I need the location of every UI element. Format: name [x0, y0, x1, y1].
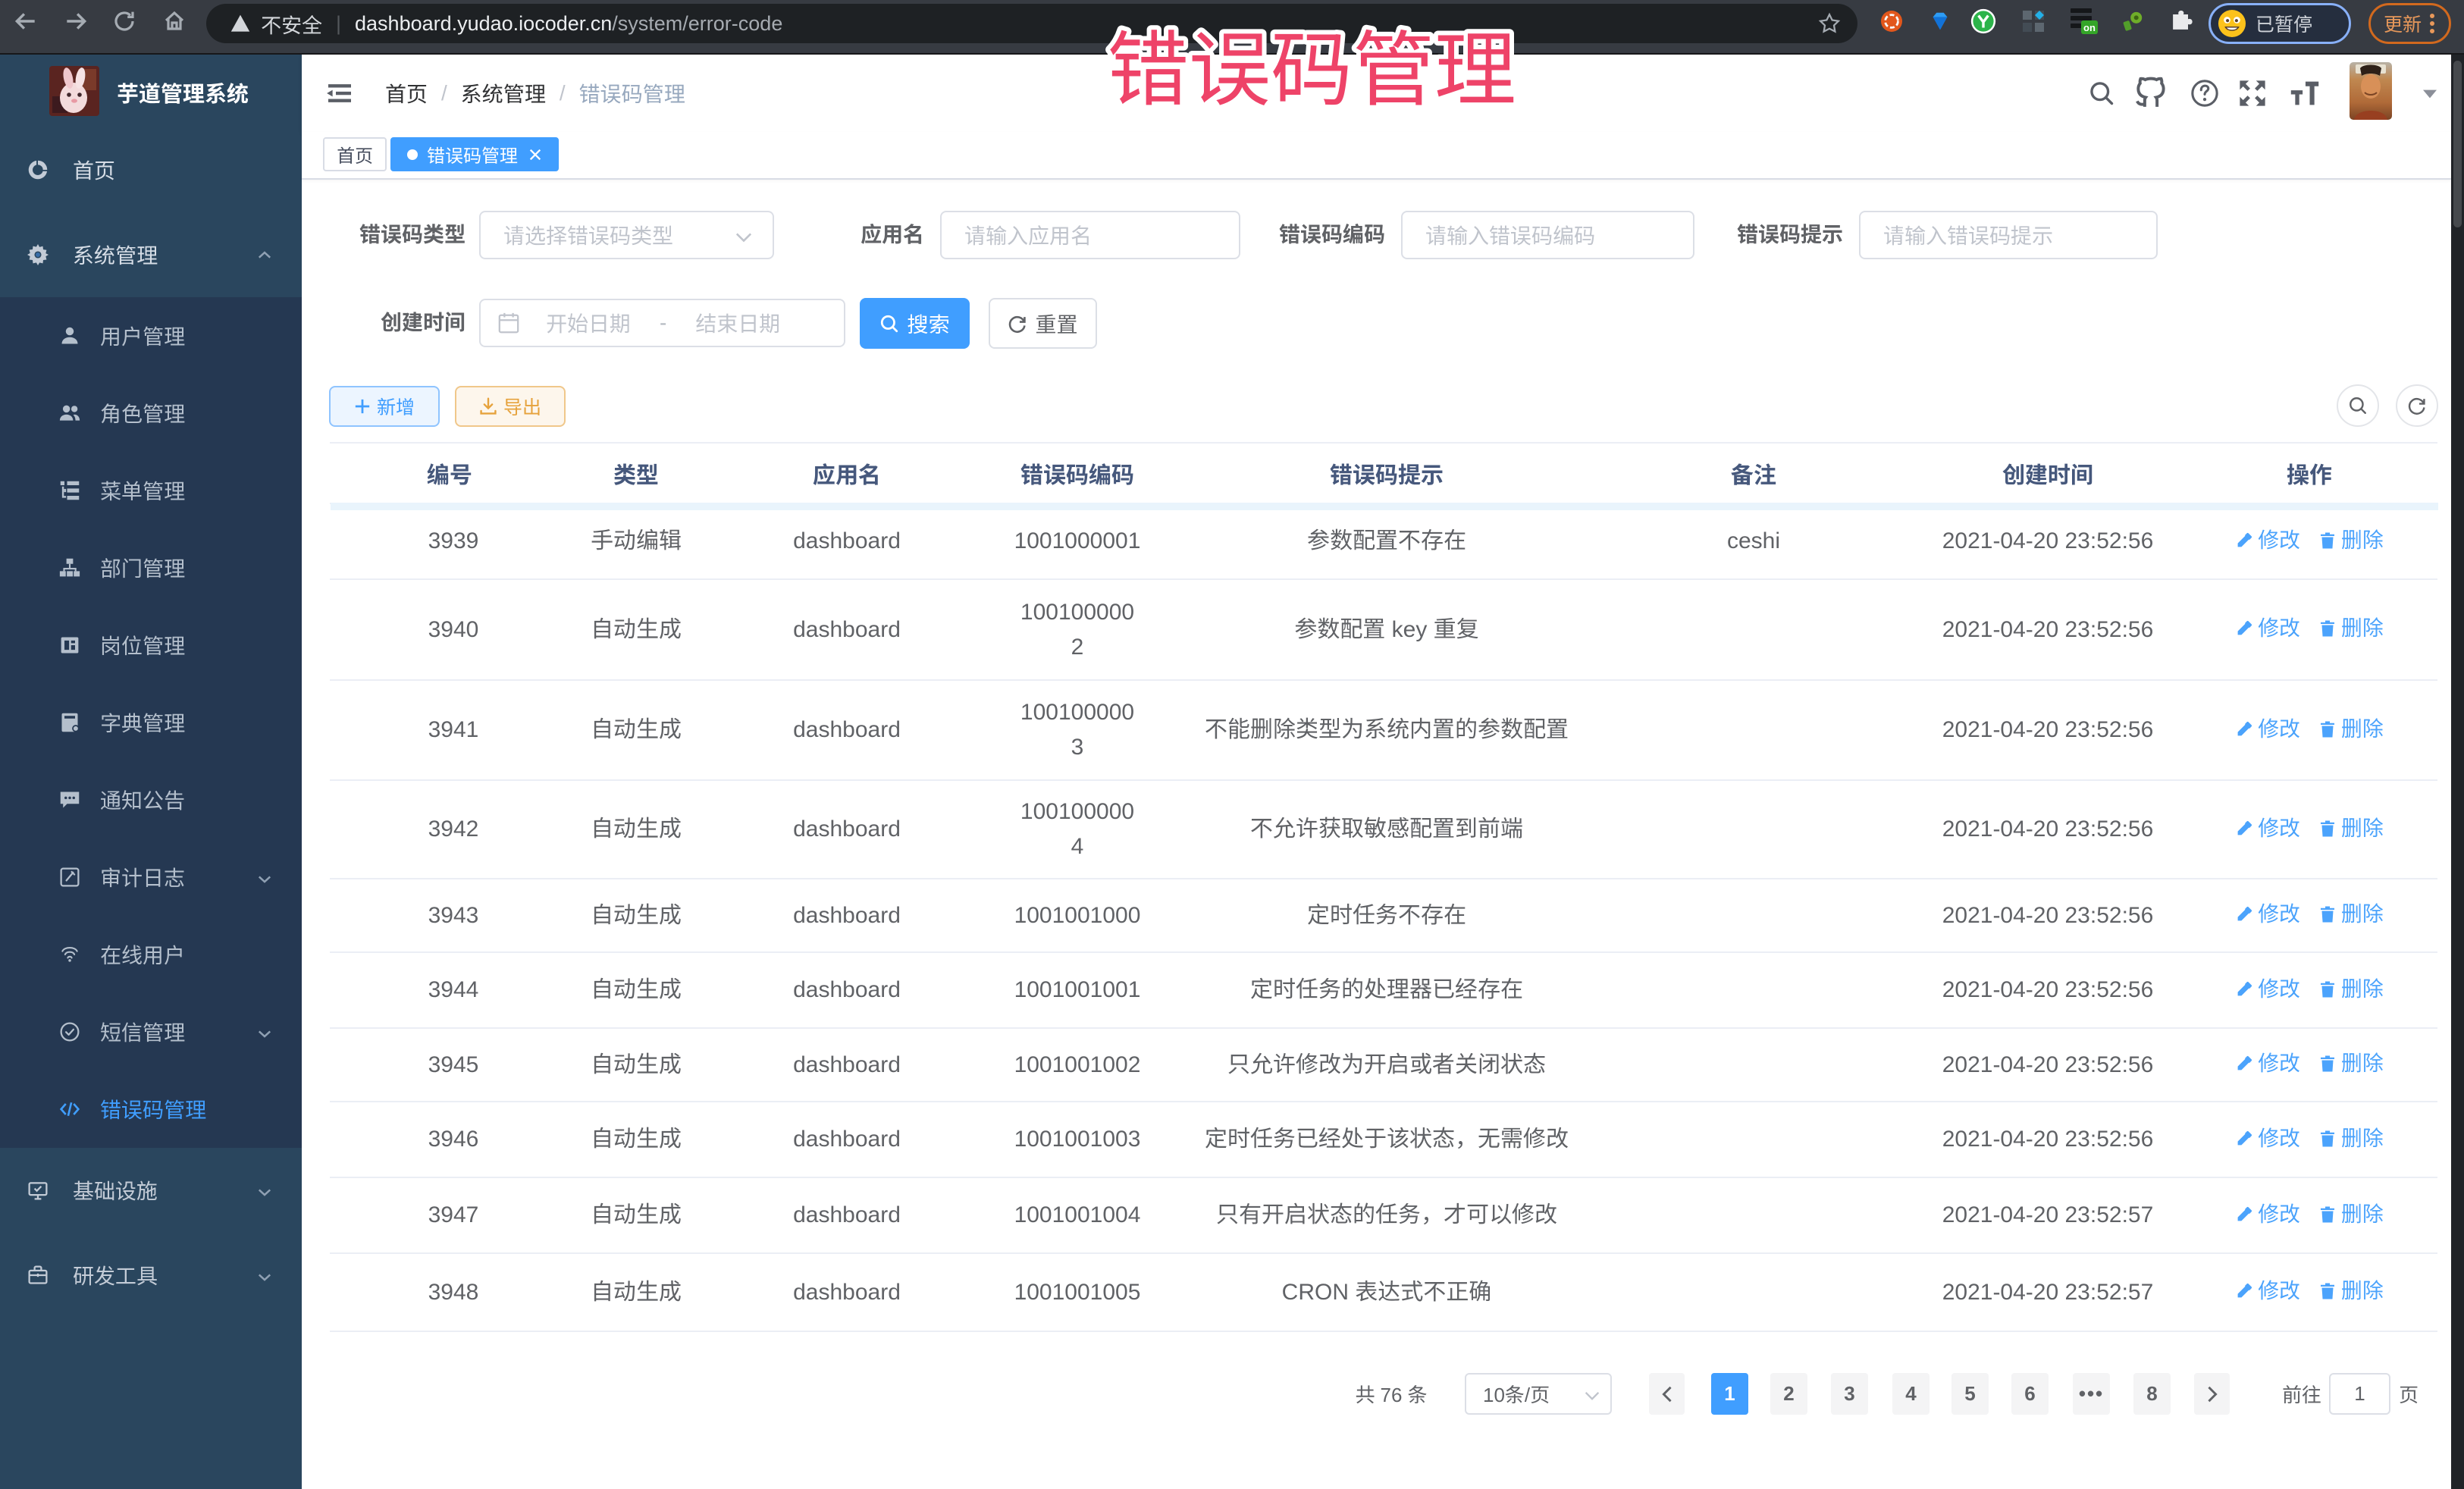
svg-text:错误码管理: 错误码管理 [1107, 5, 1516, 118]
svg-text:on: on [2083, 22, 2096, 33]
